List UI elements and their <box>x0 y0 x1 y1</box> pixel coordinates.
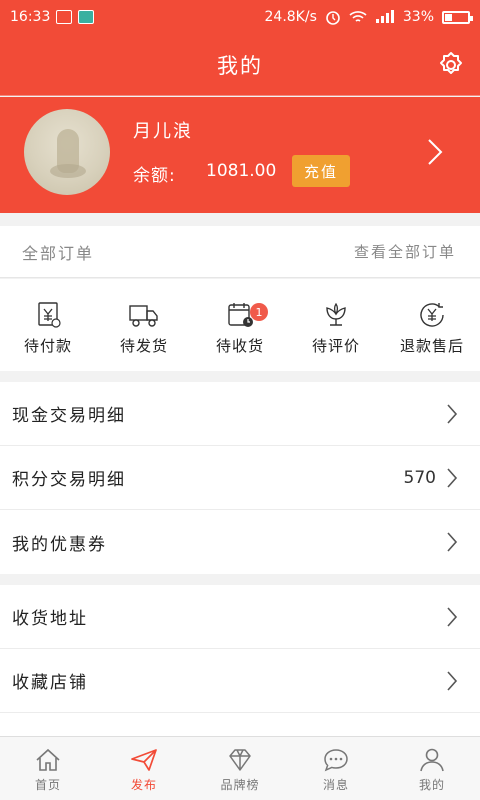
status-bar: 16:33 24.8K/s 33% <box>0 0 480 34</box>
menu-item-shipping-address[interactable]: 收货地址 <box>0 585 480 649</box>
menu-item-label: 收货地址 <box>12 609 88 629</box>
order-status-label: 待收货 <box>215 337 264 355</box>
order-status-pending-shipment[interactable]: 待发货 <box>96 279 192 371</box>
truck-icon <box>129 305 158 327</box>
menu-item-my-coupons[interactable]: 我的优惠券 <box>0 510 480 574</box>
chevron-right-icon <box>447 670 458 691</box>
battery-icon <box>442 10 473 24</box>
chevron-right-icon <box>447 606 458 627</box>
orders-title: 全部订单 <box>22 243 95 263</box>
gear-icon[interactable] <box>436 50 466 80</box>
tab-messages[interactable]: 消息 <box>288 737 384 800</box>
chevron-right-icon[interactable] <box>426 137 444 167</box>
chevron-right-icon <box>447 403 458 424</box>
balance-value: 1081.00 <box>206 161 277 181</box>
tab-publish[interactable]: 发布 <box>96 737 192 800</box>
order-status-label: 待发货 <box>119 337 168 355</box>
order-status-pending-payment[interactable]: 待付款 <box>0 279 96 371</box>
header-bar: 我的 <box>0 34 480 96</box>
wifi-icon <box>349 11 367 22</box>
tab-brand-ranking[interactable]: 品牌榜 <box>192 737 288 800</box>
orders-header: 全部订单 查看全部订单 <box>0 226 480 278</box>
chevron-right-icon <box>447 467 458 488</box>
diamond-icon <box>229 748 251 771</box>
chevron-right-icon <box>447 532 458 552</box>
menu-item-label: 我的优惠券 <box>12 534 107 555</box>
order-status-label: 待付款 <box>23 337 72 355</box>
alarm-icon <box>326 11 340 25</box>
order-status-pending-review[interactable]: 待评价 <box>288 279 384 371</box>
order-status-pending-receipt[interactable]: 待收货 1 <box>192 279 288 371</box>
tab-profile[interactable]: 我的 <box>384 737 480 800</box>
order-status-label: 退款售后 <box>399 337 464 355</box>
recharge-button[interactable]: 充值 <box>292 155 350 187</box>
tab-label: 发布 <box>130 777 157 792</box>
user-icon <box>420 748 444 771</box>
order-count-badge: 1 <box>250 303 268 321</box>
order-status-refund[interactable]: 退款售后 <box>384 279 480 371</box>
balance-label: 余额: <box>133 166 176 186</box>
refund-icon <box>420 303 444 327</box>
order-status-row: 待付款 待发货 待收货 1 待评价 退款售后 <box>0 279 480 371</box>
network-speed: 24.8K/s <box>264 9 317 25</box>
app-notification-icon <box>78 10 95 24</box>
tab-label: 首页 <box>34 777 61 792</box>
menu-item-favorite-shops[interactable]: 收藏店铺 <box>0 649 480 713</box>
flower-icon <box>326 302 346 326</box>
send-icon <box>131 748 157 771</box>
avatar[interactable] <box>24 109 110 195</box>
home-icon <box>36 748 60 771</box>
bottom-tab-bar: 首页 发布 品牌榜 消息 我的 <box>0 736 480 800</box>
menu-item-cash-transactions[interactable]: 现金交易明细 <box>0 382 480 446</box>
payment-icon <box>38 302 61 328</box>
signal-icon <box>375 10 394 23</box>
tab-label: 品牌榜 <box>220 777 260 792</box>
profile-card[interactable]: 月儿浪 余额: 1081.00 充值 <box>0 97 480 213</box>
order-status-label: 待评价 <box>311 337 360 355</box>
message-icon <box>324 748 348 771</box>
menu-item-label: 现金交易明细 <box>12 406 126 426</box>
view-all-orders-link[interactable]: 查看全部订单 <box>354 241 456 262</box>
menu-group-address: 收货地址 收藏店铺 <box>0 585 480 736</box>
page-title: 我的 <box>217 53 263 78</box>
menu-item-label: 收藏店铺 <box>12 673 88 693</box>
tab-label: 消息 <box>322 777 349 792</box>
points-value: 570 <box>403 467 436 488</box>
status-time: 16:33 <box>10 9 51 25</box>
image-notification-icon <box>56 10 73 24</box>
menu-group-transactions: 现金交易明细 积分交易明细 570 我的优惠券 <box>0 382 480 574</box>
battery-percent: 33% <box>402 9 434 25</box>
tab-home[interactable]: 首页 <box>0 737 96 800</box>
username: 月儿浪 <box>133 121 193 142</box>
tab-label: 我的 <box>418 777 445 792</box>
menu-item-points-transactions[interactable]: 积分交易明细 570 <box>0 446 480 510</box>
menu-item-label: 积分交易明细 <box>12 470 126 490</box>
